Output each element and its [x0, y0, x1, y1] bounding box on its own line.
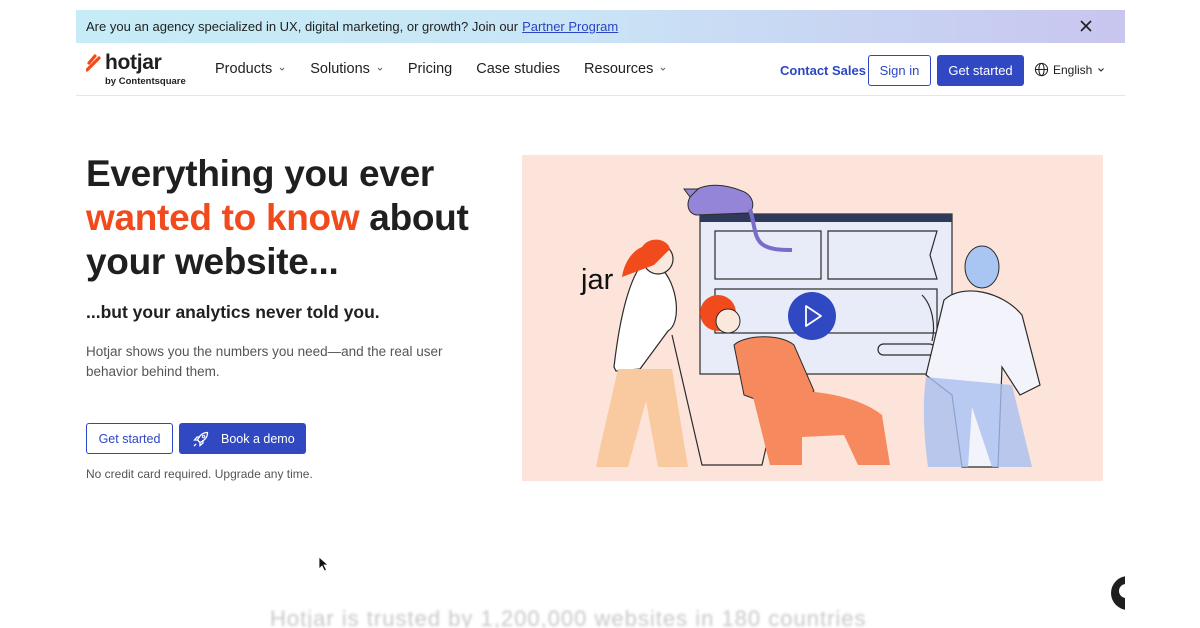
- logo-subtitle: by Contentsquare: [105, 76, 186, 87]
- hotjar-flame-icon: [86, 54, 101, 72]
- hero-title-accent: wanted to know: [86, 197, 360, 238]
- nav-menu: Products Solutions Pricing Case studies …: [215, 61, 691, 77]
- nav-item-products[interactable]: Products: [215, 61, 286, 77]
- main-nav: hotjar by Contentsquare Products Solutio…: [76, 44, 1125, 96]
- hero-illustration: [522, 155, 1103, 481]
- page-edge-mask: [1125, 570, 1200, 628]
- nav-item-resources[interactable]: Resources: [584, 61, 667, 77]
- nav-item-label: Products: [215, 61, 273, 77]
- banner-text: Are you an agency specialized in UX, dig…: [86, 19, 519, 34]
- hero-title-line2-rest: about: [359, 197, 469, 238]
- people-dashboard-illustration: [596, 184, 1041, 468]
- close-icon[interactable]: [1077, 17, 1095, 35]
- contact-sales-link[interactable]: Contact Sales: [780, 63, 866, 78]
- rocket-icon: [193, 431, 209, 447]
- get-started-button[interactable]: Get started: [86, 423, 173, 454]
- globe-icon: [1034, 62, 1049, 77]
- hero-title-line1: Everything you ever: [86, 153, 434, 194]
- nav-item-label: Case studies: [476, 61, 561, 77]
- chevron-down-icon: [1098, 67, 1105, 72]
- page: Are you an agency specialized in UX, dig…: [0, 0, 1200, 628]
- book-demo-button[interactable]: Book a demo: [179, 423, 306, 454]
- hero-description: Hotjar shows you the numbers you need—an…: [86, 344, 443, 379]
- nav-item-solutions[interactable]: Solutions: [310, 61, 384, 77]
- logo-wordmark: hotjar: [105, 51, 162, 74]
- fine-print: No credit card required. Upgrade any tim…: [86, 467, 313, 481]
- trust-statement: Hotjar is trusted by 1,200,000 websites …: [270, 606, 867, 628]
- hero-title-line3: your website...: [86, 241, 339, 282]
- illustration-overlay-text: jar: [581, 264, 614, 296]
- nav-item-label: Resources: [584, 61, 654, 77]
- chevron-down-icon: [279, 67, 285, 71]
- mouse-cursor-icon: [318, 556, 330, 572]
- partner-program-link[interactable]: Partner Program: [522, 19, 618, 34]
- chevron-down-icon: [661, 67, 666, 71]
- chevron-down-icon: [377, 67, 383, 71]
- nav-item-label: Pricing: [407, 61, 453, 77]
- hero-title: Everything you ever wanted to know about…: [86, 152, 506, 284]
- get-started-nav-button[interactable]: Get started: [937, 55, 1024, 86]
- sign-in-button[interactable]: Sign in: [868, 55, 931, 86]
- language-label: English: [1053, 62, 1093, 77]
- nav-item-pricing[interactable]: Pricing: [408, 61, 452, 77]
- nav-item-label: Solutions: [310, 61, 370, 77]
- language-selector[interactable]: English: [1034, 62, 1109, 77]
- nav-item-case-studies[interactable]: Case studies: [476, 61, 560, 77]
- announcement-banner: Are you an agency specialized in UX, dig…: [76, 10, 1125, 43]
- book-demo-label: Book a demo: [221, 431, 295, 446]
- hero-subtitle: ...but your analytics never told you.: [86, 302, 380, 322]
